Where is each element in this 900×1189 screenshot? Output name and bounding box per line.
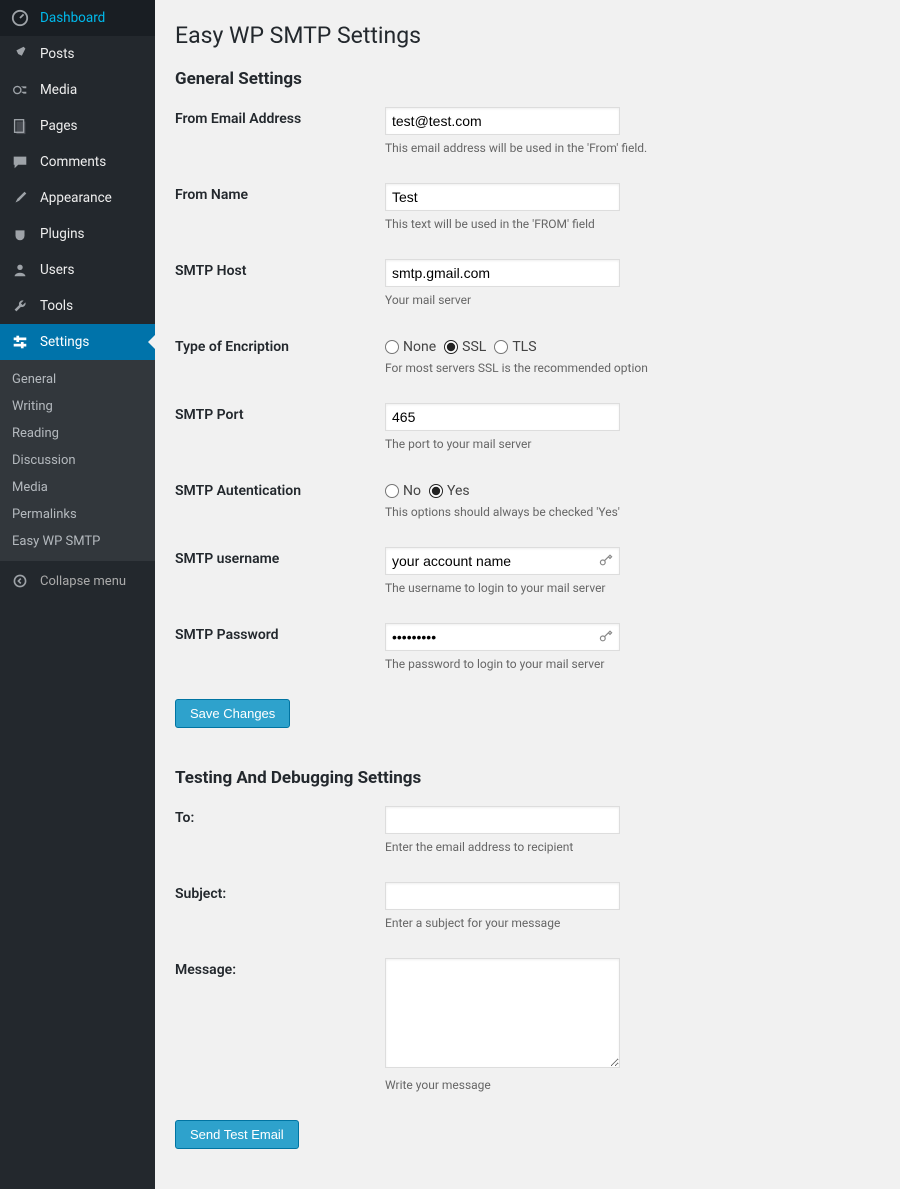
- row-smtp-pass: SMTP Password The password to login to y…: [175, 623, 880, 671]
- sidebar-item-posts[interactable]: Posts: [0, 36, 155, 72]
- input-from-name[interactable]: [385, 183, 620, 211]
- plugin-icon: [10, 224, 30, 244]
- radio-encryption-none[interactable]: None: [385, 339, 436, 355]
- label-subject: Subject:: [175, 882, 385, 902]
- sidebar-item-label: Plugins: [40, 226, 85, 242]
- sidebar-item-pages[interactable]: Pages: [0, 108, 155, 144]
- sidebar-item-appearance[interactable]: Appearance: [0, 180, 155, 216]
- label-smtp-auth: SMTP Autentication: [175, 479, 385, 499]
- sidebar-item-label: Media: [40, 82, 77, 98]
- row-message: Message: Write your message: [175, 958, 880, 1092]
- sidebar-item-dashboard[interactable]: Dashboard: [0, 0, 155, 36]
- sidebar-item-label: Tools: [40, 298, 73, 314]
- input-smtp-user[interactable]: [385, 547, 620, 575]
- desc-smtp-user: The username to login to your mail serve…: [385, 581, 765, 595]
- collapse-label: Collapse menu: [40, 574, 126, 589]
- sidebar-item-label: Users: [40, 262, 74, 278]
- label-smtp-user: SMTP username: [175, 547, 385, 567]
- label-message: Message:: [175, 958, 385, 978]
- radio-encryption-ssl[interactable]: SSL: [444, 339, 486, 355]
- row-smtp-host: SMTP Host Your mail server: [175, 259, 880, 307]
- sidebar-item-label: Pages: [40, 118, 78, 134]
- row-to: To: Enter the email address to recipient: [175, 806, 880, 854]
- sidebar-item-label: Comments: [40, 154, 106, 170]
- sidebar-item-label: Settings: [40, 334, 89, 350]
- label-encryption: Type of Encription: [175, 335, 385, 355]
- input-subject[interactable]: [385, 882, 620, 910]
- submenu-item-easy-wp-smtp[interactable]: Easy WP SMTP: [0, 528, 155, 555]
- section-general: General Settings: [175, 69, 880, 89]
- sidebar-item-label: Appearance: [40, 190, 112, 206]
- collapse-menu[interactable]: Collapse menu: [0, 561, 155, 601]
- label-smtp-host: SMTP Host: [175, 259, 385, 279]
- send-test-button[interactable]: Send Test Email: [175, 1120, 299, 1149]
- key-icon: [598, 552, 614, 568]
- desc-smtp-pass: The password to login to your mail serve…: [385, 657, 765, 671]
- sidebar-item-label: Posts: [40, 46, 74, 62]
- page-icon: [10, 116, 30, 136]
- row-smtp-auth: SMTP Autentication No Yes This options s…: [175, 479, 880, 519]
- desc-to: Enter the email address to recipient: [385, 840, 765, 854]
- settings-submenu: General Writing Reading Discussion Media…: [0, 360, 155, 561]
- radio-auth-yes[interactable]: Yes: [429, 483, 470, 499]
- sidebar-item-comments[interactable]: Comments: [0, 144, 155, 180]
- sidebar-item-label: Dashboard: [40, 10, 105, 26]
- wrench-icon: [10, 296, 30, 316]
- pin-icon: [10, 44, 30, 64]
- input-to[interactable]: [385, 806, 620, 834]
- page-title: Easy WP SMTP Settings: [175, 22, 880, 49]
- save-button[interactable]: Save Changes: [175, 699, 290, 728]
- input-smtp-host[interactable]: [385, 259, 620, 287]
- sidebar-item-plugins[interactable]: Plugins: [0, 216, 155, 252]
- row-from-email: From Email Address This email address wi…: [175, 107, 880, 155]
- media-icon: [10, 80, 30, 100]
- input-message[interactable]: [385, 958, 620, 1068]
- label-from-name: From Name: [175, 183, 385, 203]
- user-icon: [10, 260, 30, 280]
- submenu-item-general[interactable]: General: [0, 366, 155, 393]
- input-smtp-pass[interactable]: [385, 623, 620, 651]
- admin-sidebar: Dashboard Posts Media Pages Comments App…: [0, 0, 155, 1189]
- radio-encryption-tls[interactable]: TLS: [494, 339, 536, 355]
- label-smtp-pass: SMTP Password: [175, 623, 385, 643]
- key-icon: [598, 628, 614, 644]
- sidebar-item-tools[interactable]: Tools: [0, 288, 155, 324]
- label-smtp-port: SMTP Port: [175, 403, 385, 423]
- row-encryption: Type of Encription None SSL TLS For most…: [175, 335, 880, 375]
- input-from-email[interactable]: [385, 107, 620, 135]
- desc-from-name: This text will be used in the 'FROM' fie…: [385, 217, 765, 231]
- sidebar-item-users[interactable]: Users: [0, 252, 155, 288]
- desc-smtp-host: Your mail server: [385, 293, 765, 307]
- radio-auth-no[interactable]: No: [385, 483, 421, 499]
- sidebar-item-settings[interactable]: Settings: [0, 324, 155, 360]
- submenu-item-media[interactable]: Media: [0, 474, 155, 501]
- dashboard-icon: [10, 8, 30, 28]
- submenu-item-discussion[interactable]: Discussion: [0, 447, 155, 474]
- collapse-icon: [10, 571, 30, 591]
- desc-subject: Enter a subject for your message: [385, 916, 765, 930]
- sidebar-item-media[interactable]: Media: [0, 72, 155, 108]
- section-testing: Testing And Debugging Settings: [175, 768, 880, 788]
- desc-encryption: For most servers SSL is the recommended …: [385, 361, 765, 375]
- row-from-name: From Name This text will be used in the …: [175, 183, 880, 231]
- desc-smtp-auth: This options should always be checked 'Y…: [385, 505, 765, 519]
- settings-icon: [10, 332, 30, 352]
- label-from-email: From Email Address: [175, 107, 385, 127]
- desc-from-email: This email address will be used in the '…: [385, 141, 765, 155]
- row-subject: Subject: Enter a subject for your messag…: [175, 882, 880, 930]
- input-smtp-port[interactable]: [385, 403, 620, 431]
- submenu-item-writing[interactable]: Writing: [0, 393, 155, 420]
- main-content: Easy WP SMTP Settings General Settings F…: [155, 0, 900, 1189]
- label-to: To:: [175, 806, 385, 826]
- submenu-item-reading[interactable]: Reading: [0, 420, 155, 447]
- desc-message: Write your message: [385, 1078, 765, 1092]
- row-smtp-user: SMTP username The username to login to y…: [175, 547, 880, 595]
- brush-icon: [10, 188, 30, 208]
- desc-smtp-port: The port to your mail server: [385, 437, 765, 451]
- row-smtp-port: SMTP Port The port to your mail server: [175, 403, 880, 451]
- comment-icon: [10, 152, 30, 172]
- submenu-item-permalinks[interactable]: Permalinks: [0, 501, 155, 528]
